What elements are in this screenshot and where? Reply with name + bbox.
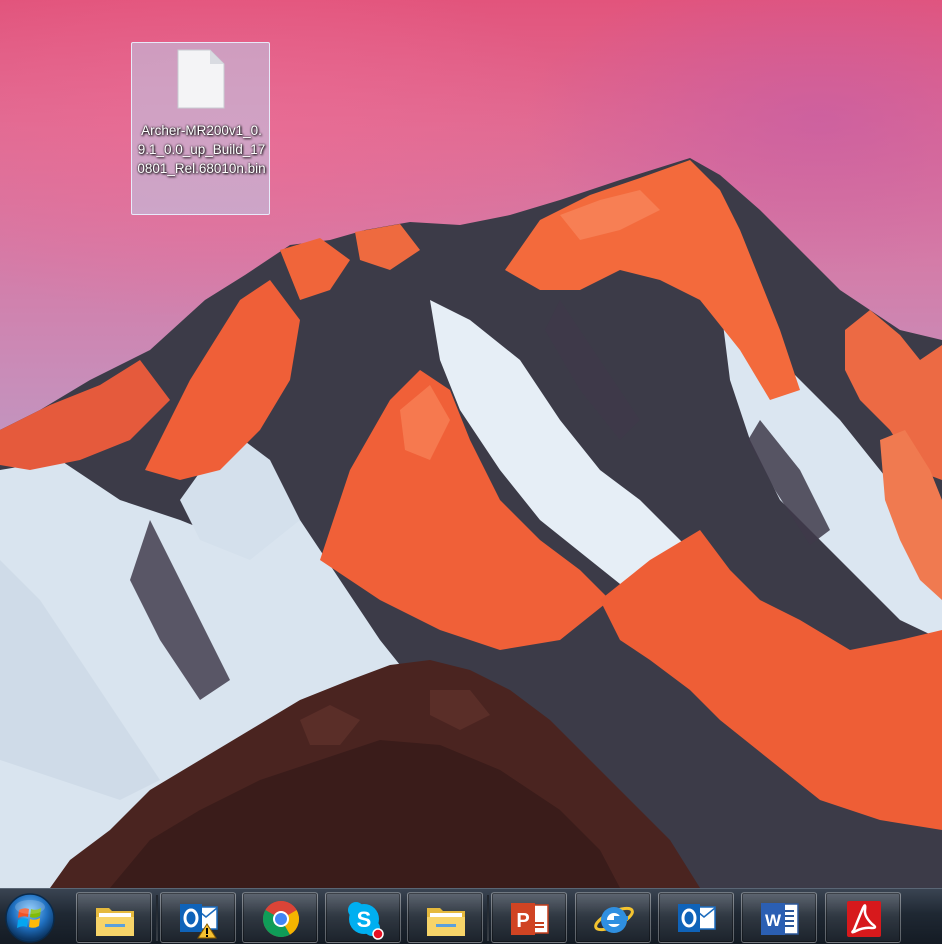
taskbar-outlook-button[interactable]	[658, 892, 734, 943]
taskbar-outlook-warning-button[interactable]	[160, 892, 236, 943]
taskbar: S P W	[0, 888, 942, 944]
chrome-icon	[262, 900, 300, 938]
internet-explorer-icon	[594, 906, 634, 933]
document-icon	[177, 49, 225, 109]
start-button[interactable]	[2, 891, 58, 944]
desktop-file-label: Archer-MR200v1_0.9.1_0.0_up_Build_170801…	[137, 123, 266, 176]
taskbar-acrobat-button[interactable]	[825, 892, 901, 943]
taskbar-word-button[interactable]: W	[741, 892, 817, 943]
outlook-icon	[678, 904, 716, 932]
taskbar-folder-button[interactable]	[407, 892, 483, 943]
svg-text:P: P	[516, 910, 529, 932]
acrobat-icon	[847, 901, 881, 937]
powerpoint-icon: P	[511, 903, 549, 935]
outlook-warning-icon	[180, 904, 218, 939]
folder-icon	[427, 908, 465, 936]
windows-start-icon	[5, 893, 55, 943]
taskbar-chrome-button[interactable]	[242, 892, 318, 943]
taskbar-folder-button[interactable]	[76, 892, 152, 943]
taskbar-internet-explorer-button[interactable]	[575, 892, 651, 943]
svg-text:W: W	[765, 911, 782, 930]
word-icon: W	[761, 903, 799, 935]
taskbar-powerpoint-button[interactable]: P	[491, 892, 567, 943]
svg-text:S: S	[357, 907, 372, 932]
desktop-file-icon[interactable]: Archer-MR200v1_0.9.1_0.0_up_Build_170801…	[131, 42, 270, 215]
taskbar-separator	[487, 895, 489, 941]
taskbar-skype-button[interactable]: S	[325, 892, 401, 943]
taskbar-separator	[156, 895, 158, 941]
folder-icon	[96, 908, 134, 936]
skype-icon: S	[348, 902, 384, 940]
desktop-wallpaper: Archer-MR200v1_0.9.1_0.0_up_Build_170801…	[0, 0, 942, 888]
